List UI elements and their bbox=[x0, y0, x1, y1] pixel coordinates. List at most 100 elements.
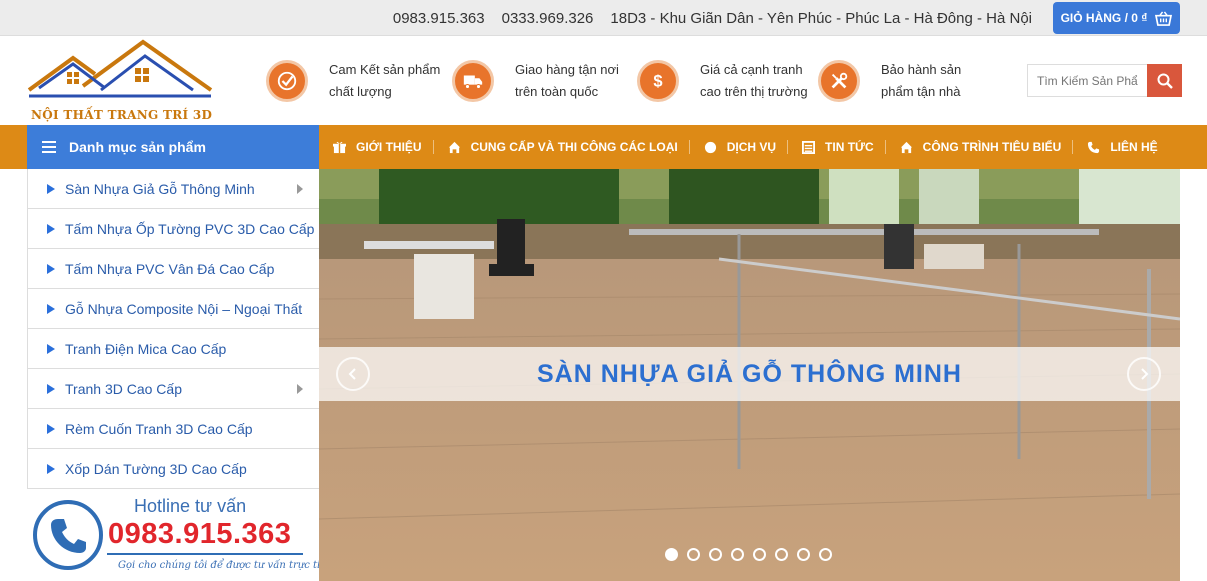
hero-slider[interactable]: SÀN NHỰA GIẢ GỖ THÔNG MINH bbox=[319, 169, 1180, 581]
triangle-bullet-icon bbox=[47, 223, 55, 234]
logo-house-icon bbox=[27, 39, 213, 98]
svg-text:$: $ bbox=[653, 73, 662, 91]
nav-label: CÔNG TRÌNH TIÊU BIỂU bbox=[922, 140, 1062, 154]
chevron-right-icon bbox=[297, 184, 303, 194]
search-input[interactable] bbox=[1027, 64, 1147, 97]
chevron-right-icon bbox=[297, 384, 303, 394]
truck-icon bbox=[452, 60, 494, 102]
slider-dots bbox=[665, 548, 832, 561]
feature-warranty: Bảo hành sản phẩm tận nhà bbox=[818, 59, 1001, 103]
category-item[interactable]: Rèm Cuốn Tranh 3D Cao Cấp bbox=[28, 409, 319, 449]
category-item[interactable]: Xốp Dán Tường 3D Cao Cấp bbox=[28, 449, 319, 489]
category-label: Rèm Cuốn Tranh 3D Cao Cấp bbox=[65, 420, 253, 437]
slide-caption-band: SÀN NHỰA GIẢ GỖ THÔNG MINH bbox=[319, 347, 1180, 401]
category-label: Tấm Nhựa PVC Vân Đá Cao Cấp bbox=[65, 260, 275, 277]
phone-handset-icon bbox=[33, 500, 103, 570]
category-label: Tranh Điện Mica Cao Cấp bbox=[65, 340, 227, 357]
top-bar: 0983.915.363 0333.969.326 18D3 - Khu Giã… bbox=[0, 0, 1207, 36]
category-menu-header[interactable]: Danh mục sản phẩm bbox=[27, 125, 319, 169]
slider-dot[interactable] bbox=[797, 548, 810, 561]
check-icon bbox=[266, 60, 308, 102]
circle-icon bbox=[704, 141, 716, 153]
feature-line: cao trên thị trường bbox=[700, 84, 808, 99]
hotline-divider bbox=[107, 553, 303, 555]
logo[interactable]: NỘI THẤT TRANG TRÍ 3D bbox=[25, 38, 215, 124]
nav-label: GIỚI THIỆU bbox=[356, 140, 422, 154]
logo-text: NỘI THẤT TRANG TRÍ 3D bbox=[31, 108, 213, 122]
main-menu: GIỚI THIỆU CUNG CẤP VÀ THI CÔNG CÁC LOẠI… bbox=[319, 125, 1169, 169]
category-label: Xốp Dán Tường 3D Cao Cấp bbox=[65, 460, 247, 477]
hotline-number: 0983.915.363 bbox=[108, 518, 292, 550]
feature-line: Giá cả cạnh tranh bbox=[700, 62, 803, 77]
nav-gioi-thieu[interactable]: GIỚI THIỆU bbox=[319, 125, 433, 169]
triangle-bullet-icon bbox=[47, 343, 55, 354]
triangle-bullet-icon bbox=[47, 303, 55, 314]
menu-icon bbox=[42, 138, 56, 156]
cart-label: GIỎ HÀNG / 0 ₫ bbox=[1060, 11, 1148, 25]
dollar-icon: $ bbox=[637, 60, 679, 102]
address: 18D3 - Khu Giãn Dân - Yên Phúc - Phúc La… bbox=[610, 9, 1032, 27]
feature-line: Bảo hành sản bbox=[881, 62, 962, 77]
category-item[interactable]: Gỗ Nhựa Composite Nội – Ngoại Thất bbox=[28, 289, 319, 329]
feature-delivery: Giao hàng tận nơi trên toàn quốc bbox=[452, 59, 635, 103]
hotline-banner[interactable]: Hotline tư vấn 0983.915.363 Gọi cho chún… bbox=[31, 492, 333, 581]
triangle-bullet-icon bbox=[47, 183, 55, 194]
search-button[interactable] bbox=[1147, 64, 1182, 97]
nav-lien-he[interactable]: LIÊN HỆ bbox=[1073, 125, 1168, 169]
category-item[interactable]: Tranh 3D Cao Cấp bbox=[28, 369, 319, 409]
category-label: Tranh 3D Cao Cấp bbox=[65, 380, 182, 397]
feature-line: Cam Kết sản phẩm bbox=[329, 62, 441, 77]
nav-label: TIN TỨC bbox=[825, 140, 874, 154]
building-icon bbox=[448, 141, 460, 153]
nav-label: LIÊN HỆ bbox=[1110, 140, 1158, 154]
category-item[interactable]: Sàn Nhựa Giả Gỗ Thông Minh bbox=[28, 169, 319, 209]
category-item[interactable]: Tấm Nhựa PVC Vân Đá Cao Cấp bbox=[28, 249, 319, 289]
gift-icon bbox=[333, 141, 346, 153]
category-label: Sàn Nhựa Giả Gỗ Thông Minh bbox=[65, 180, 255, 197]
cart-button[interactable]: GIỎ HÀNG / 0 ₫ bbox=[1053, 2, 1180, 34]
site-header: NỘI THẤT TRANG TRÍ 3D Cam Kết sản phẩm ch… bbox=[0, 36, 1207, 125]
nav-cong-trinh[interactable]: CÔNG TRÌNH TIÊU BIỂU bbox=[886, 125, 1073, 169]
search-box bbox=[1027, 64, 1182, 97]
slider-dot[interactable] bbox=[819, 548, 832, 561]
search-icon bbox=[1157, 73, 1173, 89]
category-item[interactable]: Tấm Nhựa Ốp Tường PVC 3D Cao Cấp bbox=[28, 209, 319, 249]
basket-icon bbox=[1155, 10, 1173, 26]
slider-dot[interactable] bbox=[665, 548, 678, 561]
category-header-label: Danh mục sản phẩm bbox=[69, 139, 206, 155]
category-label: Tấm Nhựa Ốp Tường PVC 3D Cao Cấp bbox=[65, 220, 315, 237]
triangle-bullet-icon bbox=[47, 383, 55, 394]
category-list: Sàn Nhựa Giả Gỗ Thông Minh Tấm Nhựa Ốp T… bbox=[27, 169, 319, 489]
building-icon bbox=[900, 141, 912, 153]
triangle-bullet-icon bbox=[47, 263, 55, 274]
triangle-bullet-icon bbox=[47, 463, 55, 474]
nav-label: CUNG CẤP VÀ THI CÔNG CÁC LOẠI bbox=[470, 140, 678, 154]
feature-line: Giao hàng tận nơi bbox=[515, 62, 619, 77]
feature-line: chất lượng bbox=[329, 84, 392, 99]
feature-line: phẩm tận nhà bbox=[881, 84, 961, 99]
phone-icon bbox=[1088, 141, 1100, 153]
phone-number-2[interactable]: 0333.969.326 bbox=[502, 10, 594, 27]
feature-quality: Cam Kết sản phẩm chất lượng bbox=[266, 59, 449, 103]
feature-price: $ Giá cả cạnh tranh cao trên thị trường bbox=[637, 59, 820, 103]
contact-info: 0983.915.363 0333.969.326 18D3 - Khu Giã… bbox=[393, 0, 1032, 36]
slider-dot[interactable] bbox=[709, 548, 722, 561]
hotline-title: Hotline tư vấn bbox=[134, 496, 247, 516]
slider-dot[interactable] bbox=[753, 548, 766, 561]
slide-caption: SÀN NHỰA GIẢ GỖ THÔNG MINH bbox=[537, 359, 962, 388]
category-item[interactable]: Tranh Điện Mica Cao Cấp bbox=[28, 329, 319, 369]
feature-line: trên toàn quốc bbox=[515, 84, 599, 99]
phone-number-1[interactable]: 0983.915.363 bbox=[393, 10, 485, 27]
news-icon bbox=[802, 140, 816, 154]
category-label: Gỗ Nhựa Composite Nội – Ngoại Thất bbox=[65, 300, 303, 317]
hotline-subtitle: Gọi cho chúng tôi để được tư vấn trực ti… bbox=[118, 560, 333, 571]
nav-tin-tuc[interactable]: TIN TỨC bbox=[788, 125, 885, 169]
nav-cung-cap[interactable]: CUNG CẤP VÀ THI CÔNG CÁC LOẠI bbox=[434, 125, 689, 169]
tools-icon bbox=[818, 60, 860, 102]
nav-dich-vu[interactable]: DỊCH VỤ bbox=[690, 125, 787, 169]
slider-dot[interactable] bbox=[731, 548, 744, 561]
nav-label: DỊCH VỤ bbox=[726, 140, 777, 154]
slider-dot[interactable] bbox=[775, 548, 788, 561]
triangle-bullet-icon bbox=[47, 423, 55, 434]
slider-dot[interactable] bbox=[687, 548, 700, 561]
